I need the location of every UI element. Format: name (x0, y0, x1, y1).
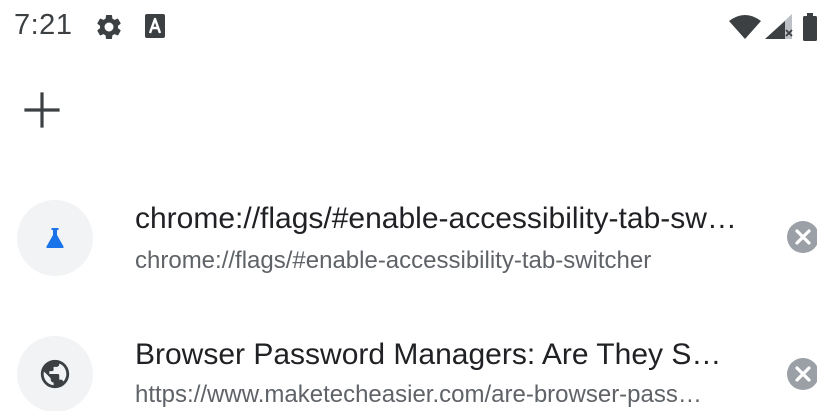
plus-icon (24, 92, 60, 128)
close-tab-button[interactable] (786, 357, 817, 391)
close-icon (787, 221, 817, 253)
new-tab-button[interactable] (16, 84, 68, 136)
status-time: 7:21 (14, 9, 73, 41)
tab-row[interactable]: Browser Password Managers: Are They Safe… (0, 316, 817, 411)
battery-icon (803, 13, 817, 41)
wifi-icon (729, 15, 761, 39)
a-notification-icon (145, 14, 165, 38)
tab-row[interactable]: chrome://flags/#enable-accessibility-tab… (0, 180, 817, 290)
close-tab-button[interactable] (786, 220, 817, 254)
tab-url: chrome://flags/#enable-accessibility-tab… (135, 247, 652, 274)
tab-favicon (17, 200, 93, 276)
tab-title: chrome://flags/#enable-accessibility-tab… (135, 202, 737, 235)
close-icon (787, 358, 817, 390)
tab-url: https://www.maketecheasier.com/are-brows… (135, 381, 717, 408)
status-bar: 7:21 (0, 0, 817, 52)
globe-icon (40, 359, 70, 389)
flask-icon (46, 228, 64, 248)
cell-signal-icon (765, 14, 793, 39)
tab-title: Browser Password Managers: Are They Safe… (135, 338, 737, 371)
tab-favicon (17, 336, 93, 411)
gear-icon (97, 14, 121, 40)
